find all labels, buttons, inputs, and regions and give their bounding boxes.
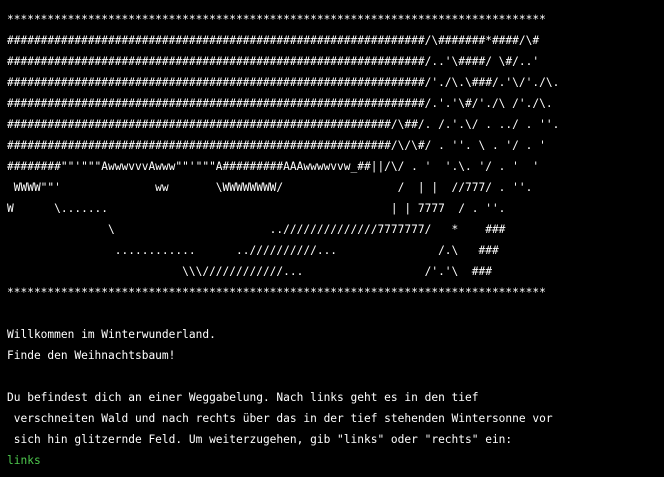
- ascii-art-line: \\\////////////... /'.'\ ###: [7, 265, 492, 278]
- goal-text: Finde den Weihnachtsbaum!: [7, 349, 176, 362]
- ascii-art-line: ########################################…: [7, 139, 546, 152]
- prompt-text: verschneiten Wald und nach rechts über d…: [7, 412, 553, 425]
- ascii-art-line: WWWW""' ww \WWWWWWWW/ / | | //777/ . ''.: [7, 181, 533, 194]
- prompt-text: Du befindest dich an einer Weggabelung. …: [7, 391, 479, 404]
- welcome-text: Willkommen im Winterwunderland.: [7, 328, 216, 341]
- ascii-art-line: \ ..//////////////7777777/ * ###: [7, 223, 506, 236]
- terminal-window[interactable]: ****************************************…: [0, 0, 664, 477]
- ascii-art-banner: ****************************************…: [7, 9, 664, 303]
- ascii-art-line: ########################################…: [7, 34, 540, 47]
- user-input[interactable]: links: [7, 450, 664, 471]
- ascii-art-line: ########################################…: [7, 118, 560, 131]
- ascii-art-line: W \....... | | 7777 / . ''.: [7, 202, 506, 215]
- ascii-art-line: ########################################…: [7, 97, 553, 110]
- ascii-art-line: ########################################…: [7, 55, 540, 68]
- ascii-art-line: ########""'"""AwwwvvvAwww""'"""A########…: [7, 160, 540, 173]
- prompt-text: sich hin glitzernde Feld. Um weiterzugeh…: [7, 433, 513, 446]
- ascii-art-line: ########################################…: [7, 76, 560, 89]
- ascii-art-line: ............ ..//////////... /.\ ###: [7, 244, 499, 257]
- ascii-art-line: ****************************************…: [7, 13, 546, 26]
- ascii-art-line: ****************************************…: [7, 286, 546, 299]
